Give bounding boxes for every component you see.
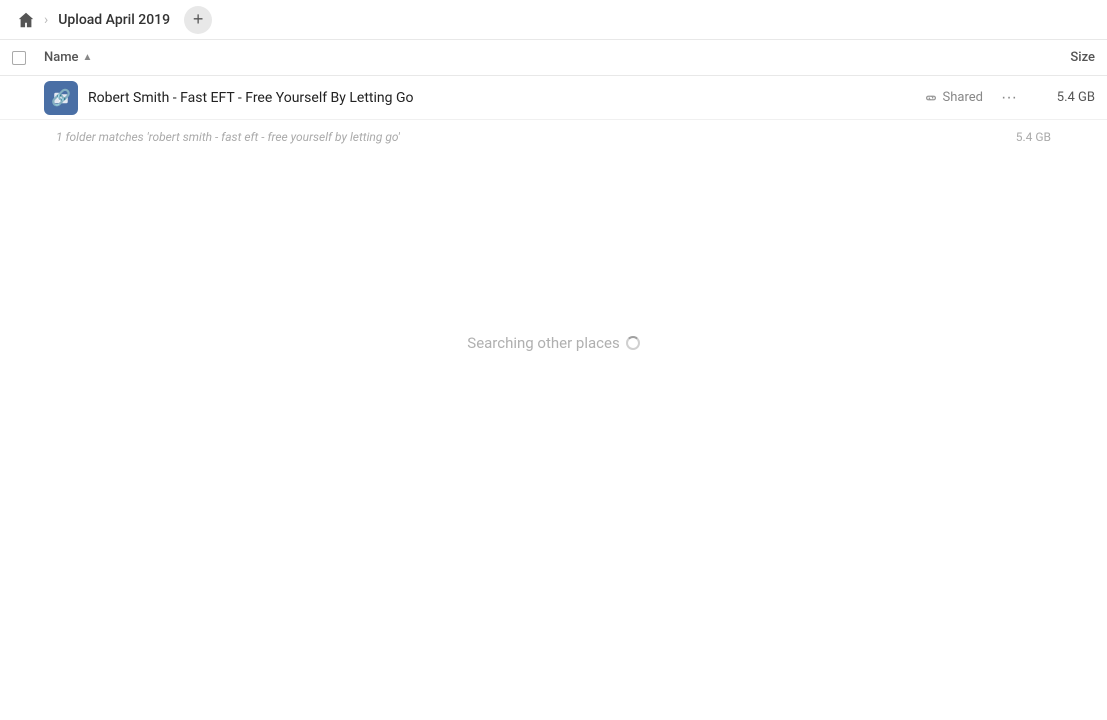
searching-text: Searching other places xyxy=(467,334,639,352)
match-info-size: 5.4 GB xyxy=(1016,130,1051,144)
sort-arrow-icon: ▲ xyxy=(83,52,93,63)
breadcrumb-current-folder[interactable]: Upload April 2019 xyxy=(52,10,176,30)
name-column-header[interactable]: Name ▲ xyxy=(44,50,1015,65)
loading-spinner xyxy=(626,336,640,350)
column-header-row: Name ▲ Size xyxy=(0,40,1107,76)
file-size: 5.4 GB xyxy=(1035,90,1095,105)
select-all-checkbox-col[interactable] xyxy=(12,51,44,65)
shared-label: Shared xyxy=(943,90,983,105)
breadcrumb-bar: › Upload April 2019 + xyxy=(0,0,1107,40)
file-name: Robert Smith - Fast EFT - Free Yourself … xyxy=(88,90,924,106)
match-info-text: 1 folder matches 'robert smith - fast ef… xyxy=(56,130,1016,144)
home-icon xyxy=(17,11,35,29)
breadcrumb-separator: › xyxy=(44,12,48,28)
size-column-header[interactable]: Size xyxy=(1015,50,1095,65)
searching-section: Searching other places xyxy=(0,154,1107,532)
match-info-row: 1 folder matches 'robert smith - fast ef… xyxy=(0,120,1107,154)
shared-badge: Shared xyxy=(924,90,983,105)
folder-icon-wrap: 🔗 xyxy=(44,81,78,115)
link-icon: 🔗 xyxy=(51,88,71,107)
add-button[interactable]: + xyxy=(184,6,212,34)
shared-link-icon xyxy=(924,91,938,105)
select-all-checkbox[interactable] xyxy=(12,51,26,65)
file-row[interactable]: 🔗 Robert Smith - Fast EFT - Free Yoursel… xyxy=(0,76,1107,120)
home-button[interactable] xyxy=(12,6,40,34)
more-options-button[interactable]: ··· xyxy=(995,84,1023,112)
